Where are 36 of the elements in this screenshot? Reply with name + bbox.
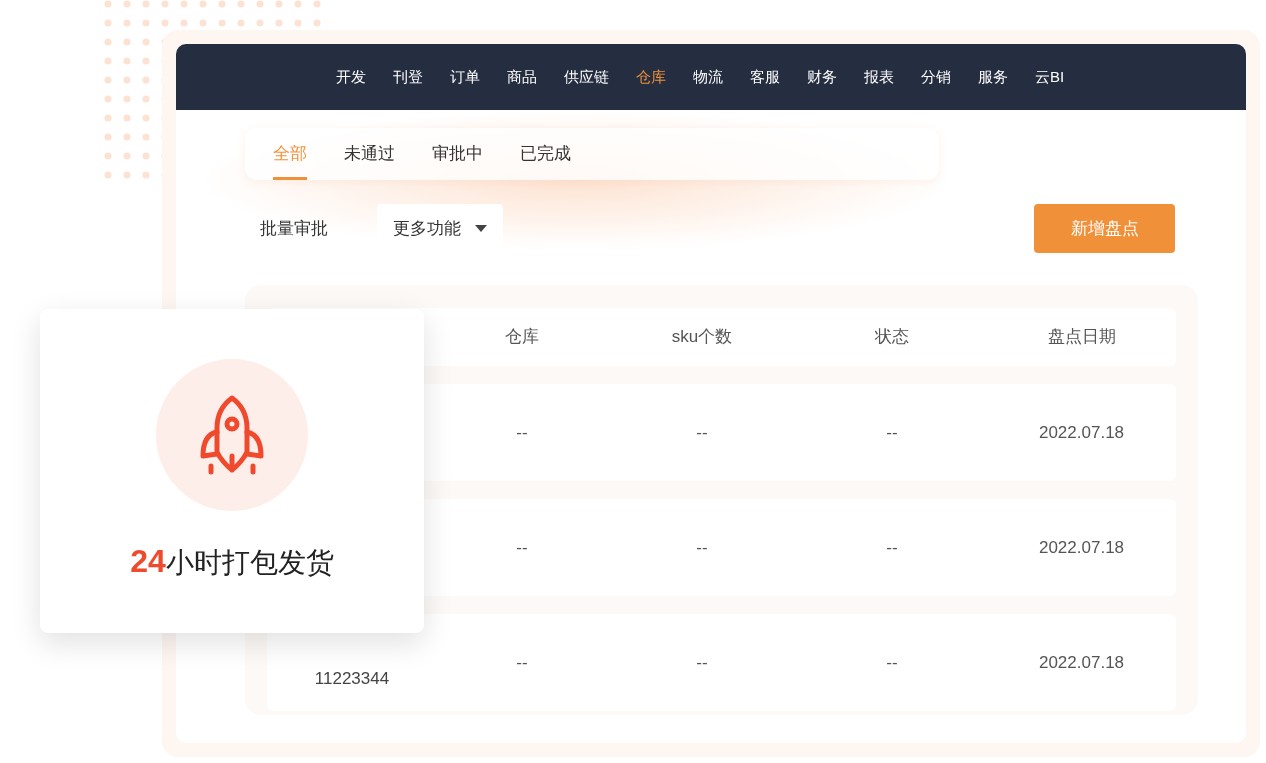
table-cell-text: -- — [696, 651, 708, 674]
table-cell-text: 2022.07.18 — [1038, 651, 1125, 674]
nav-item[interactable]: 仓库 — [636, 65, 666, 89]
table-cell-text: 11223344 — [314, 667, 390, 690]
filter-tab[interactable]: 未通过 — [344, 128, 395, 180]
filter-tab[interactable]: 已完成 — [520, 128, 571, 180]
table-cell-text: -- — [696, 421, 708, 444]
table-cell-text: 2022.07.18 — [1038, 536, 1125, 559]
filter-tab[interactable]: 审批中 — [432, 128, 483, 180]
table-cell-text: -- — [696, 536, 708, 559]
table-cell-text: -- — [886, 536, 898, 559]
nav-item[interactable]: 云BI — [1035, 65, 1065, 89]
nav-item[interactable]: 商品 — [507, 65, 537, 89]
nav-item[interactable]: 客服 — [750, 65, 780, 89]
nav-item[interactable]: 服务 — [978, 65, 1008, 89]
nav-item[interactable]: 分销 — [921, 65, 951, 89]
feature-title: 24小时打包发货 — [130, 542, 334, 581]
batch-approve-button[interactable]: 批量审批 — [245, 204, 343, 253]
column-header: sku个数 — [671, 326, 733, 349]
caret-icon — [475, 225, 487, 232]
nav-item[interactable]: 物流 — [693, 65, 723, 89]
nav-item[interactable]: 刊登 — [393, 65, 423, 89]
nav-item[interactable]: 供应链 — [564, 65, 609, 89]
table-cell-text: -- — [516, 651, 528, 674]
table-cell-text: -- — [886, 421, 898, 444]
nav-item[interactable]: 开发 — [336, 65, 366, 89]
table-cell-text: -- — [886, 651, 898, 674]
nav-item[interactable]: 订单 — [450, 65, 480, 89]
column-header: 状态 — [875, 326, 909, 349]
column-header: 盘点日期 — [1047, 326, 1116, 349]
table-cell-text: 2022.07.18 — [1038, 421, 1125, 444]
nav-item[interactable]: 财务 — [807, 65, 837, 89]
table-cell-text: -- — [516, 421, 528, 444]
table-cell-text: -- — [516, 536, 528, 559]
column-header: 仓库 — [505, 326, 539, 349]
nav-item[interactable]: 报表 — [864, 65, 894, 89]
